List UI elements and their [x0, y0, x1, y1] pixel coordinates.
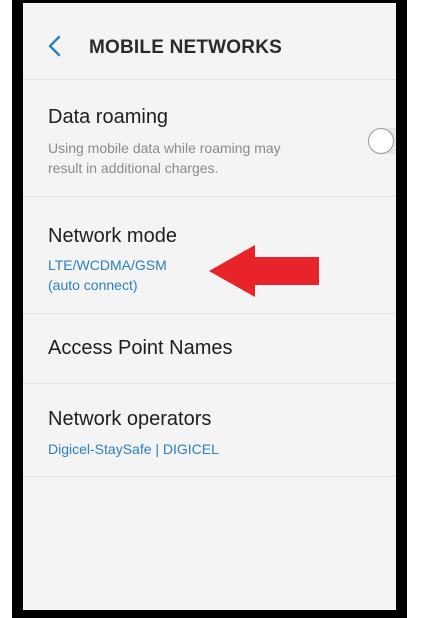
- network-operators-label: Network operators: [48, 408, 212, 430]
- page-title: MOBILE NETWORKS: [89, 37, 282, 58]
- chevron-left-icon[interactable]: [47, 35, 63, 57]
- data-roaming-description-line1: Using mobile data while roaming may: [48, 140, 281, 156]
- setting-network-operators[interactable]: Network operators Digicel-StaySafe | DIG…: [23, 384, 396, 477]
- network-mode-value-line2: (auto connect): [48, 277, 138, 293]
- network-operators-value: Digicel-StaySafe | DIGICEL: [48, 441, 219, 457]
- setting-access-point-names[interactable]: Access Point Names: [23, 314, 396, 384]
- data-roaming-toggle[interactable]: [368, 128, 396, 154]
- setting-data-roaming[interactable]: Data roaming Using mobile data while roa…: [23, 80, 396, 197]
- data-roaming-description-line2: result in additional charges.: [48, 160, 219, 176]
- network-mode-label: Network mode: [48, 225, 177, 247]
- red-arrow-left-icon: [209, 245, 319, 297]
- network-mode-value-line1: LTE/WCDMA/GSM: [48, 257, 167, 273]
- phone-screen: MOBILE NETWORKS Data roaming Using mobil…: [12, 0, 407, 618]
- data-roaming-label: Data roaming: [48, 106, 169, 128]
- access-point-names-label: Access Point Names: [48, 337, 233, 359]
- toggle-knob: [368, 128, 394, 154]
- app-header: MOBILE NETWORKS: [23, 3, 396, 80]
